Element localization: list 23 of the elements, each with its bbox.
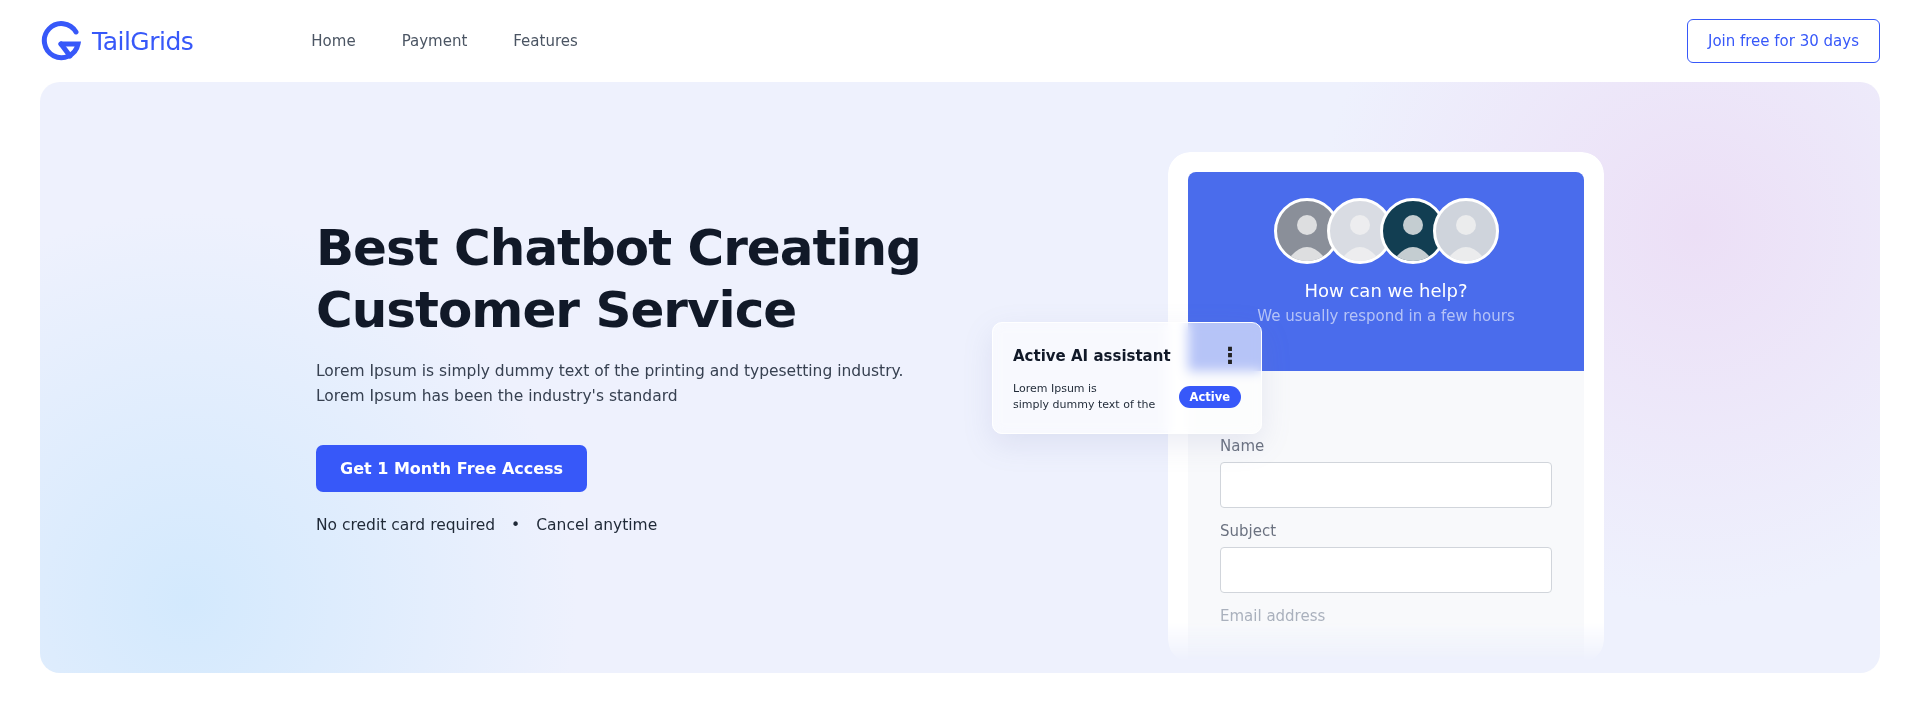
nav-link[interactable]: Features bbox=[513, 32, 578, 50]
status-badge: Active bbox=[1178, 386, 1241, 408]
assistant-title: Active AI assistant bbox=[1013, 347, 1171, 365]
field-label: Subject bbox=[1220, 522, 1278, 540]
hero-heading: Best Chatbot Creating Customer Service bbox=[316, 218, 921, 341]
logo-icon bbox=[40, 20, 82, 62]
field-label: Email address bbox=[1220, 607, 1327, 625]
note-text: No credit card required bbox=[316, 516, 496, 534]
input-field[interactable] bbox=[1220, 462, 1552, 508]
more-menu-button[interactable]: ⋮ bbox=[1219, 345, 1241, 367]
input-field[interactable] bbox=[1220, 547, 1552, 593]
assistant-description: Lorem Ipsum is simply dummy text of the bbox=[1013, 381, 1156, 413]
chat-subtitle: We usually respond in a few hours bbox=[1257, 307, 1515, 325]
hero-description: Lorem Ipsum is simply dummy text of the printing and typesetting industry. Lorem Ipsum has been the industry's standard bbox=[316, 361, 904, 407]
note-text: • bbox=[511, 516, 521, 534]
field-label: Name bbox=[1220, 437, 1266, 455]
brand-name: TailGrids bbox=[92, 26, 194, 56]
chat-title: How can we help? bbox=[1304, 280, 1468, 301]
join-button[interactable]: Join free for 30 days bbox=[1686, 19, 1880, 63]
note-text: Cancel anytime bbox=[536, 516, 658, 534]
nav-link[interactable]: Home bbox=[311, 32, 356, 50]
cta-button[interactable]: Get 1 Month Free Access bbox=[316, 445, 588, 492]
nav-link[interactable]: Payment bbox=[401, 32, 468, 50]
